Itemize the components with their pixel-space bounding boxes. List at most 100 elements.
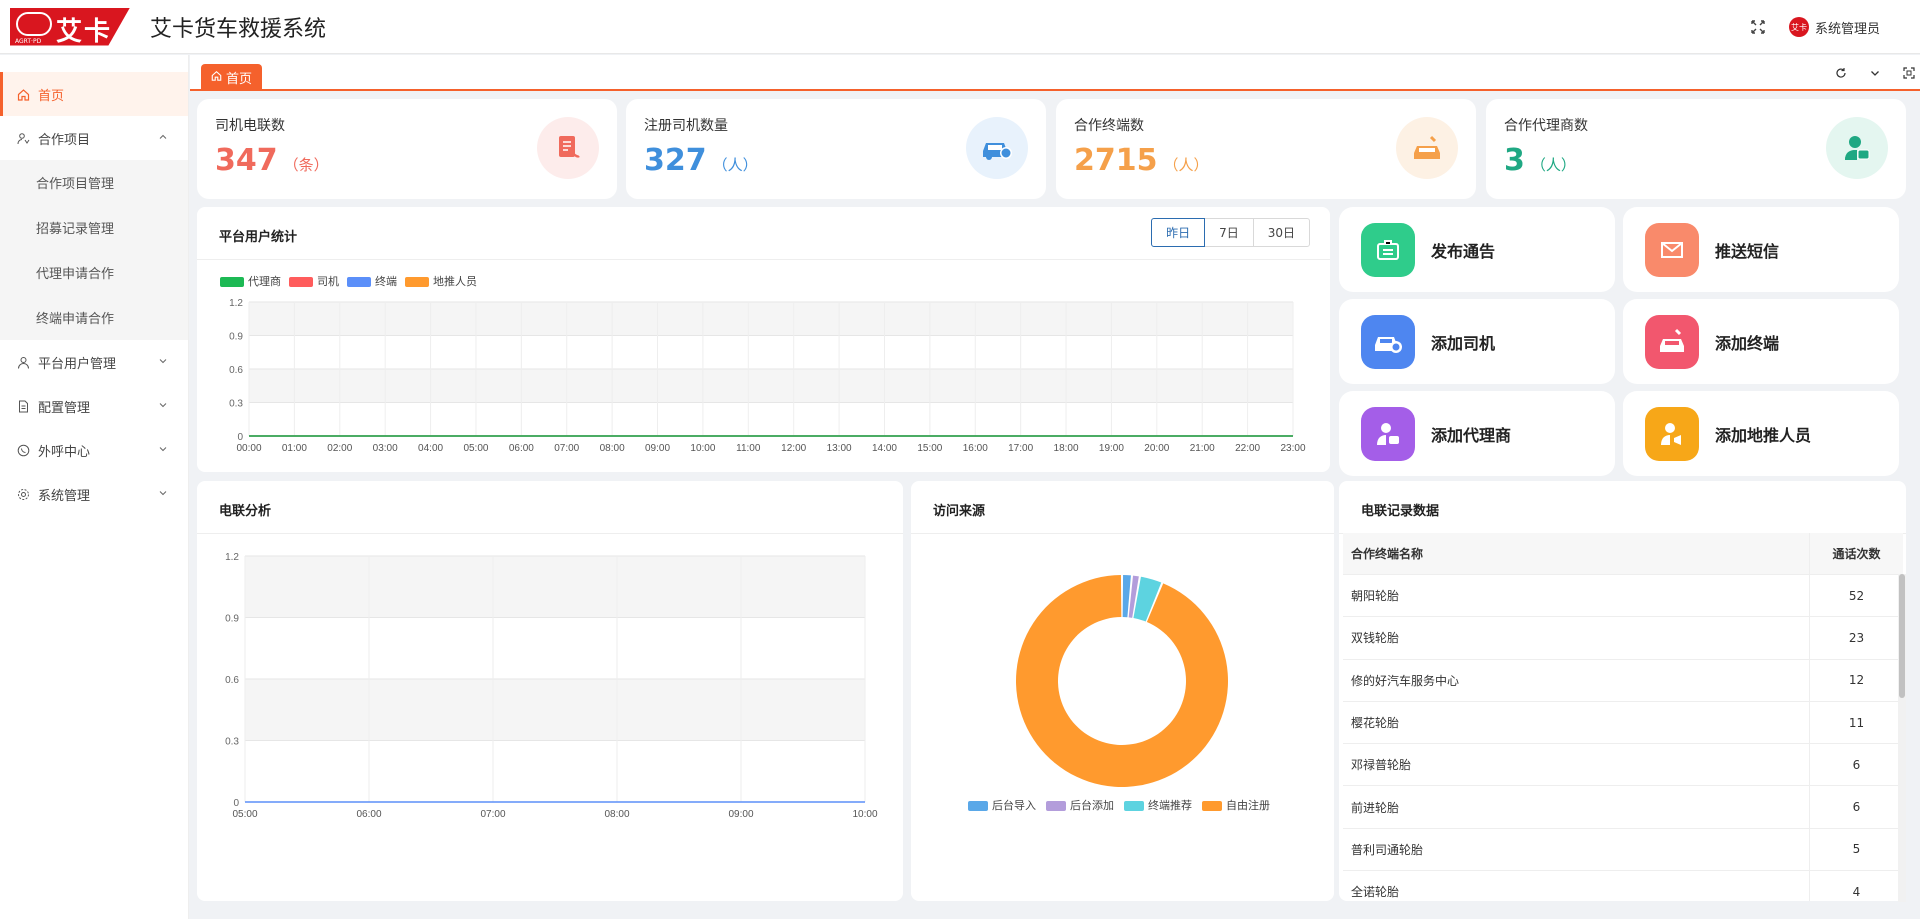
terminal-name-cell: 修的好汽车服务中心: [1343, 659, 1810, 701]
legend-item[interactable]: 后台导入: [968, 797, 1036, 813]
action-label: 添加终端: [1715, 333, 1780, 353]
fullscreen-icon[interactable]: [1749, 18, 1767, 36]
user-menu[interactable]: 艾卡 系统管理员: [1788, 17, 1880, 37]
handshake-icon: [16, 131, 30, 145]
action-label: 添加司机: [1431, 333, 1496, 353]
sidebar-item-callcenter[interactable]: 外呼中心: [0, 428, 188, 472]
terminal-name-cell: 邓禄普轮胎: [1343, 744, 1810, 786]
agent-icon: [1826, 117, 1888, 179]
car-repair-icon: [1396, 117, 1458, 179]
call-records-panel: 电联记录数据 合作终端名称 通话次数 朝阳轮胎 52 双钱轮胎 23 修的好汽车服务中心…: [1339, 481, 1906, 901]
x-tick-label: 09:00: [728, 809, 753, 820]
tab-label: 首页: [226, 72, 253, 87]
x-tick-label: 12:00: [781, 443, 806, 454]
y-tick-label: 0.3: [225, 737, 239, 748]
mail-icon: [1645, 222, 1699, 277]
x-tick-label: 14:00: [872, 443, 897, 454]
maximize-icon[interactable]: [1900, 64, 1918, 82]
stat-card-partner-terminals: 合作终端数 2715 （人）: [1056, 99, 1476, 199]
chevron-up-icon: [158, 131, 168, 146]
grid-band: [249, 302, 1293, 336]
range-yesterday-button[interactable]: 昨日: [1151, 218, 1206, 247]
home-icon: [211, 70, 222, 85]
legend-item[interactable]: 后台添加: [1046, 797, 1114, 813]
push-sms-button[interactable]: 推送短信: [1623, 207, 1899, 292]
terminal-name-cell: 朝阳轮胎: [1343, 575, 1810, 617]
chevron-down-icon[interactable]: [1866, 64, 1884, 82]
add-agent-button[interactable]: 添加代理商: [1339, 391, 1615, 476]
call-count-cell: 6: [1852, 757, 1861, 772]
user-name: 系统管理员: [1814, 21, 1880, 37]
refresh-icon[interactable]: [1832, 64, 1850, 82]
stat-label: 注册司机数量: [644, 118, 728, 134]
stat-label: 司机电联数: [215, 118, 285, 134]
sidebar-item-platform-users[interactable]: 平台用户管理: [0, 340, 188, 384]
home-icon: [16, 87, 30, 101]
top-header: 艾卡 AGRT·PD 艾卡货车救援系统 艾卡 系统管理员: [0, 0, 1920, 54]
x-tick-label: 02:00: [327, 443, 352, 454]
add-promoter-button[interactable]: 添加地推人员: [1623, 391, 1899, 476]
column-header[interactable]: 通话次数: [1810, 545, 1903, 562]
x-tick-label: 06:00: [356, 809, 381, 820]
x-tick-label: 20:00: [1144, 443, 1169, 454]
x-tick-label: 08:00: [604, 809, 629, 820]
sidebar-subitem[interactable]: 合作项目管理: [0, 160, 188, 205]
table-header: 合作终端名称 通话次数: [1343, 533, 1903, 575]
car-icon: [1361, 314, 1415, 369]
avatar: 艾卡: [1788, 17, 1809, 37]
visit-source-donut: [1016, 575, 1228, 787]
x-tick-label: 09:00: [645, 443, 670, 454]
table-row[interactable]: 普利司通轮胎 5: [1343, 828, 1903, 872]
x-tick-label: 18:00: [1054, 443, 1079, 454]
x-tick-label: 10:00: [690, 443, 715, 454]
table-row[interactable]: 朝阳轮胎 52: [1343, 575, 1903, 618]
call-count-cell: 6: [1852, 800, 1861, 815]
call-analysis-chart: 1.2 0.9 0.6 0.3 005:00 06:00 07:00 08:00 09:00 10…: [225, 552, 878, 820]
call-records-table: 合作终端名称 通话次数 朝阳轮胎 52 双钱轮胎 23 修的好汽车服务中心 12 樱花轮胎 1…: [1343, 533, 1903, 901]
call-count-cell: 23: [1848, 630, 1865, 645]
table-scroll-thumb[interactable]: [1899, 574, 1905, 698]
sidebar-subitem[interactable]: 招募记录管理: [0, 205, 188, 250]
table-row[interactable]: 双钱轮胎 23: [1343, 617, 1903, 660]
call-analysis-panel: 电联分析 1.2 0.9 0.6 0.3 0 05:00 06:00 07:00 08:00 09…: [197, 481, 903, 901]
promoter-icon: [1645, 406, 1699, 461]
sidebar-item-cooperation[interactable]: 合作项目: [0, 116, 188, 160]
legend-item[interactable]: 自由注册: [1202, 797, 1270, 813]
sidebar-subitem[interactable]: 代理申请合作: [0, 250, 188, 295]
x-tick-label: 07:00: [554, 443, 579, 454]
call-count-cell: 5: [1852, 842, 1861, 857]
sidebar-item-label: 外呼中心: [38, 444, 91, 460]
terminal-name-cell: 樱花轮胎: [1343, 701, 1810, 744]
action-label: 添加代理商: [1431, 425, 1512, 445]
sidebar-item-label: 系统管理: [38, 488, 91, 504]
sidebar-item-label: 合作项目: [38, 132, 91, 148]
y-tick-label: 0.6: [229, 365, 243, 376]
sidebar-item-home[interactable]: 首页: [0, 72, 188, 116]
legend-item[interactable]: 终端推荐: [1124, 797, 1192, 813]
tab-home[interactable]: 首页: [201, 64, 263, 91]
table-row[interactable]: 前进轮胎 6: [1343, 786, 1903, 829]
add-terminal-button[interactable]: 添加终端: [1623, 299, 1899, 384]
y-tick-label: 0.9: [229, 332, 243, 343]
sidebar-item-config[interactable]: 配置管理: [0, 384, 188, 428]
call-count-cell: 12: [1848, 673, 1865, 688]
table-row[interactable]: 邓禄普轮胎 6: [1343, 744, 1903, 787]
x-tick-label: 11:00: [736, 443, 761, 454]
sidebar-item-label: 配置管理: [38, 400, 91, 416]
table-row[interactable]: 全诺轮胎 4: [1343, 871, 1903, 901]
column-header[interactable]: 合作终端名称: [1343, 533, 1810, 574]
table-row[interactable]: 樱花轮胎 11: [1343, 701, 1903, 745]
sidebar-item-system[interactable]: 系统管理: [0, 472, 188, 516]
x-tick-label: 13:00: [827, 443, 852, 454]
add-driver-button[interactable]: 添加司机: [1339, 299, 1615, 384]
table-row[interactable]: 修的好汽车服务中心 12: [1343, 659, 1903, 702]
call-count-cell: 4: [1852, 884, 1861, 899]
x-tick-label: 03:00: [373, 443, 398, 454]
publish-notice-button[interactable]: 发布通告: [1339, 207, 1615, 292]
sidebar-subitem[interactable]: 终端申请合作: [0, 295, 188, 340]
x-tick-label: 19:00: [1099, 443, 1124, 454]
donut-slice-自由注册: [1016, 575, 1228, 787]
stat-value: 2715 （人）: [1074, 143, 1209, 178]
action-label: 发布通告: [1431, 241, 1496, 261]
grid-band: [245, 556, 865, 618]
